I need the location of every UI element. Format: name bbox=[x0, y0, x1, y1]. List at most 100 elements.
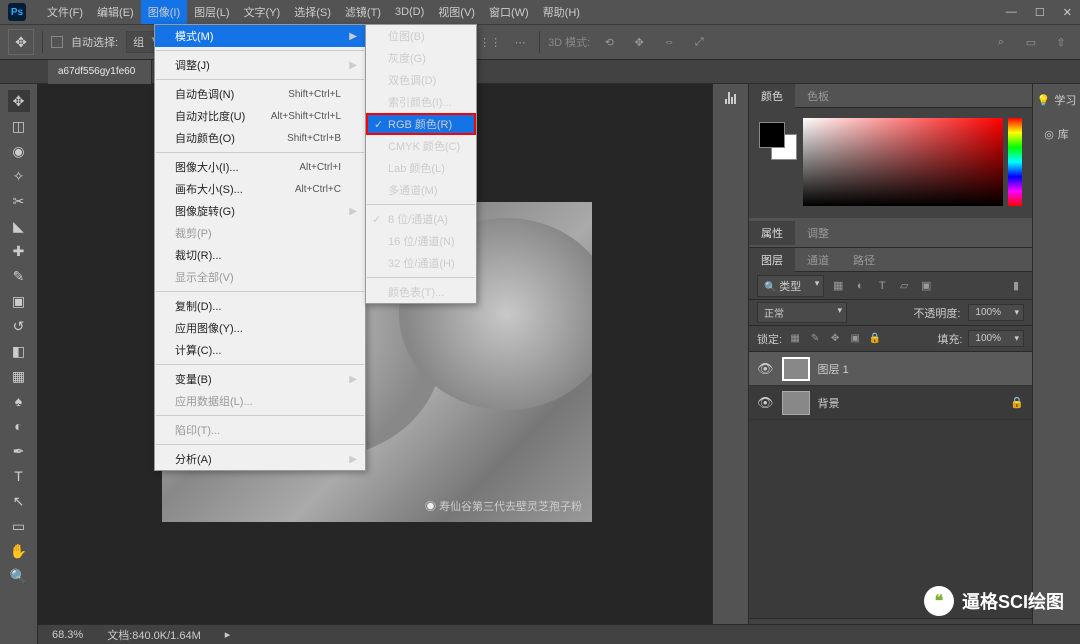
layer-thumbnail[interactable] bbox=[782, 357, 810, 381]
menu-file[interactable]: 文件(F) bbox=[40, 0, 90, 24]
submenu-item[interactable]: 16 位/通道(N) bbox=[366, 230, 476, 252]
filter-pixel-icon[interactable]: ▦ bbox=[830, 278, 846, 294]
submenu-item[interactable]: CMYK 颜色(C) bbox=[366, 135, 476, 157]
menu-item[interactable]: 画布大小(S)...Alt+Ctrl+C bbox=[155, 178, 365, 200]
menu-item[interactable]: 图像旋转(G)▶ bbox=[155, 200, 365, 222]
dodge-tool[interactable]: ◐ bbox=[8, 415, 30, 437]
submenu-item[interactable]: 多通道(M) bbox=[366, 179, 476, 201]
minimize-icon[interactable]: — bbox=[1006, 6, 1017, 19]
foreground-swatch[interactable] bbox=[759, 122, 785, 148]
menu-item[interactable]: 分析(A)▶ bbox=[155, 448, 365, 470]
submenu-item[interactable]: 颜色表(T)... bbox=[366, 281, 476, 303]
wand-tool[interactable]: ✧ bbox=[8, 165, 30, 187]
menu-item[interactable]: 裁切(R)... bbox=[155, 244, 365, 266]
distribute-h-icon[interactable]: ⋮⋮ bbox=[479, 31, 501, 53]
tab-channels[interactable]: 通道 bbox=[795, 248, 841, 272]
brush-tool[interactable]: ✎ bbox=[8, 265, 30, 287]
status-arrow-icon[interactable]: ▸ bbox=[225, 628, 231, 641]
eyedropper-tool[interactable]: ◣ bbox=[8, 215, 30, 237]
3d-scale-icon[interactable]: ⤢ bbox=[688, 31, 710, 53]
tab-adjustments[interactable]: 调整 bbox=[795, 221, 841, 245]
filter-type-icon[interactable]: T bbox=[874, 278, 890, 294]
zoom-level[interactable]: 68.3% bbox=[52, 629, 83, 641]
filter-adjust-icon[interactable]: ◐ bbox=[852, 278, 868, 294]
menu-type[interactable]: 文字(Y) bbox=[237, 0, 288, 24]
menu-view[interactable]: 视图(V) bbox=[431, 0, 482, 24]
menu-layer[interactable]: 图层(L) bbox=[187, 0, 236, 24]
menu-item[interactable]: 模式(M)▶ bbox=[155, 25, 365, 47]
menu-item[interactable]: 陷印(T)... bbox=[155, 419, 365, 441]
lock-artboard-icon[interactable]: ▣ bbox=[848, 332, 862, 346]
menu-item[interactable]: 计算(C)... bbox=[155, 339, 365, 361]
zoom-tool[interactable]: 🔍 bbox=[8, 565, 30, 587]
tab-library[interactable]: ◎库 bbox=[1044, 122, 1069, 146]
submenu-item[interactable]: ✓RGB 颜色(R) bbox=[366, 113, 476, 135]
layer-row[interactable]: 👁 背景 🔒 bbox=[749, 386, 1032, 420]
maximize-icon[interactable]: ☐ bbox=[1035, 6, 1045, 19]
color-picker[interactable] bbox=[803, 118, 1003, 206]
pen-tool[interactable]: ✒ bbox=[8, 440, 30, 462]
menu-filter[interactable]: 滤镜(T) bbox=[338, 0, 388, 24]
tab-paths[interactable]: 路径 bbox=[841, 248, 887, 272]
3d-orbit-icon[interactable]: ⟲ bbox=[598, 31, 620, 53]
tab-swatches[interactable]: 色板 bbox=[795, 84, 841, 108]
menu-item[interactable]: 应用图像(Y)... bbox=[155, 317, 365, 339]
search-icon[interactable]: ⌕ bbox=[990, 31, 1012, 53]
close-icon[interactable]: ✕ bbox=[1063, 6, 1072, 19]
lock-transparency-icon[interactable]: ▦ bbox=[788, 332, 802, 346]
tab-layers[interactable]: 图层 bbox=[749, 248, 795, 272]
shape-tool[interactable]: ▭ bbox=[8, 515, 30, 537]
type-tool[interactable]: T bbox=[8, 465, 30, 487]
menu-item[interactable]: 图像大小(I)...Alt+Ctrl+I bbox=[155, 156, 365, 178]
menu-item[interactable]: 显示全部(V) bbox=[155, 266, 365, 288]
crop-tool[interactable]: ✂ bbox=[8, 190, 30, 212]
workspace-icon[interactable]: ▭ bbox=[1020, 31, 1042, 53]
menu-item[interactable]: 应用数据组(L)... bbox=[155, 390, 365, 412]
layer-row[interactable]: 👁 图层 1 bbox=[749, 352, 1032, 386]
visibility-icon[interactable]: 👁 bbox=[757, 395, 774, 411]
hand-tool[interactable]: ✋ bbox=[8, 540, 30, 562]
3d-slide-icon[interactable]: ⇔ bbox=[658, 31, 680, 53]
3d-pan-icon[interactable]: ✥ bbox=[628, 31, 650, 53]
filter-smart-icon[interactable]: ▣ bbox=[918, 278, 934, 294]
histogram-icon[interactable] bbox=[725, 90, 736, 104]
submenu-item[interactable]: 32 位/通道(H) bbox=[366, 252, 476, 274]
active-tool-icon[interactable]: ✥ bbox=[8, 29, 34, 55]
blur-tool[interactable]: ♠ bbox=[8, 390, 30, 412]
menu-select[interactable]: 选择(S) bbox=[287, 0, 338, 24]
visibility-icon[interactable]: 👁 bbox=[757, 361, 774, 377]
lasso-tool[interactable]: ◉ bbox=[8, 140, 30, 162]
gradient-tool[interactable]: ▦ bbox=[8, 365, 30, 387]
fill-dropdown[interactable]: 100% bbox=[968, 330, 1024, 347]
stamp-tool[interactable]: ▣ bbox=[8, 290, 30, 312]
menu-item[interactable]: 自动色调(N)Shift+Ctrl+L bbox=[155, 83, 365, 105]
lock-all-icon[interactable]: 🔒 bbox=[868, 332, 882, 346]
menu-item[interactable]: 变量(B)▶ bbox=[155, 368, 365, 390]
filter-type-dropdown[interactable]: 🔍 类型 bbox=[757, 275, 824, 297]
menu-help[interactable]: 帮助(H) bbox=[536, 0, 587, 24]
menu-item[interactable]: 自动颜色(O)Shift+Ctrl+B bbox=[155, 127, 365, 149]
layer-thumbnail[interactable] bbox=[782, 391, 810, 415]
autoselect-checkbox[interactable] bbox=[51, 36, 63, 48]
menu-image[interactable]: 图像(I) bbox=[141, 0, 187, 24]
history-tool[interactable]: ↺ bbox=[8, 315, 30, 337]
submenu-item[interactable]: 索引颜色(I)... bbox=[366, 91, 476, 113]
filter-shape-icon[interactable]: ▱ bbox=[896, 278, 912, 294]
share-icon[interactable]: ⇧ bbox=[1050, 31, 1072, 53]
doc-size[interactable]: 文档:840.0K/1.64M bbox=[107, 627, 201, 643]
distribute-v-icon[interactable]: ⋯ bbox=[509, 31, 531, 53]
submenu-item[interactable]: 位图(B) bbox=[366, 25, 476, 47]
submenu-item[interactable]: 双色调(D) bbox=[366, 69, 476, 91]
path-tool[interactable]: ↖ bbox=[8, 490, 30, 512]
tab-properties[interactable]: 属性 bbox=[749, 221, 795, 245]
healing-tool[interactable]: ✚ bbox=[8, 240, 30, 262]
eraser-tool[interactable]: ◧ bbox=[8, 340, 30, 362]
menu-item[interactable]: 调整(J)▶ bbox=[155, 54, 365, 76]
lock-pixels-icon[interactable]: ✎ bbox=[808, 332, 822, 346]
submenu-item[interactable]: 灰度(G) bbox=[366, 47, 476, 69]
tab-color[interactable]: 颜色 bbox=[749, 84, 795, 108]
document-tab[interactable]: a67df556gy1fe60 bbox=[48, 60, 152, 84]
submenu-item[interactable]: Lab 颜色(L) bbox=[366, 157, 476, 179]
filter-toggle[interactable]: ▮ bbox=[1008, 278, 1024, 294]
menu-item[interactable]: 自动对比度(U)Alt+Shift+Ctrl+L bbox=[155, 105, 365, 127]
